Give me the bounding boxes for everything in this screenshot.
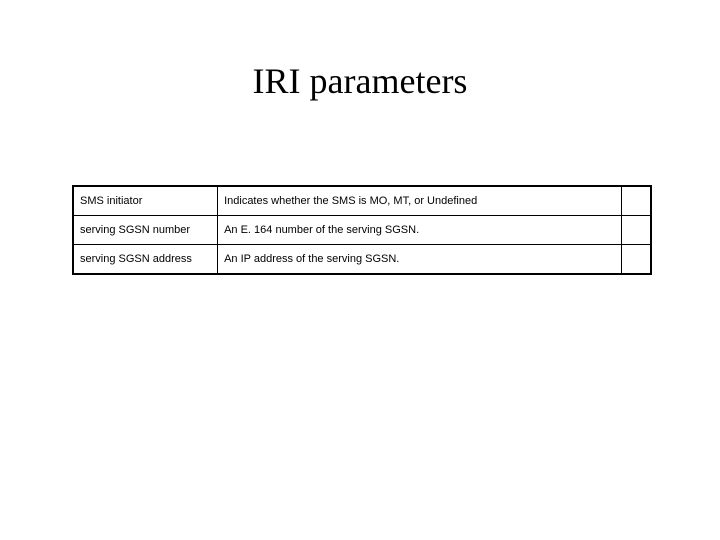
- param-extra-cell: [621, 245, 651, 275]
- param-name-cell: SMS initiator: [73, 186, 218, 216]
- param-extra-cell: [621, 216, 651, 245]
- parameters-table: SMS initiator Indicates whether the SMS …: [72, 185, 652, 275]
- param-name-cell: serving SGSN number: [73, 216, 218, 245]
- param-desc-cell: An IP address of the serving SGSN.: [218, 245, 621, 275]
- table-row: serving SGSN address An IP address of th…: [73, 245, 651, 275]
- table-row: serving SGSN number An E. 164 number of …: [73, 216, 651, 245]
- page-title: IRI parameters: [0, 60, 720, 102]
- param-name-cell: serving SGSN address: [73, 245, 218, 275]
- table-row: SMS initiator Indicates whether the SMS …: [73, 186, 651, 216]
- param-desc-cell: An E. 164 number of the serving SGSN.: [218, 216, 621, 245]
- param-desc-cell: Indicates whether the SMS is MO, MT, or …: [218, 186, 621, 216]
- param-extra-cell: [621, 186, 651, 216]
